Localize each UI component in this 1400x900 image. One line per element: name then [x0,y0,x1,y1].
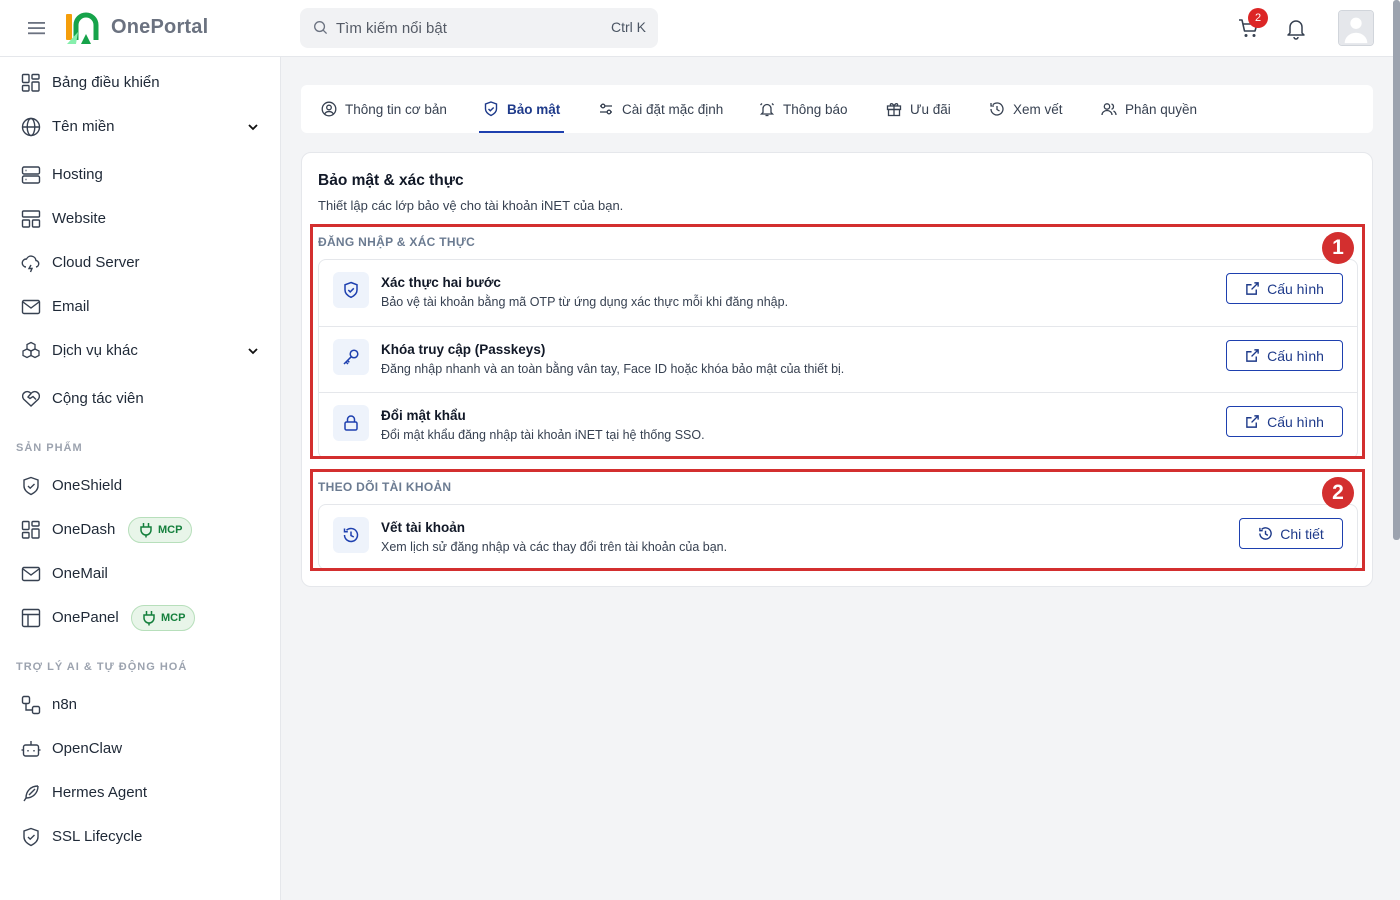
cart-count-badge: 2 [1248,8,1268,28]
search-box[interactable]: Ctrl K [300,8,658,48]
top-header: OnePortal Ctrl K 2 [0,0,1400,57]
dashboard-icon [21,520,40,539]
plug-icon [140,523,152,538]
sidebar-item-website[interactable]: Website [0,199,281,239]
sidebar-item-label: OneShield [52,477,123,494]
user-placeholder-icon [1339,11,1373,45]
sidebar-item-label: Cộng tác viên [52,390,144,407]
search-shortcut: Ctrl K [611,19,646,35]
annotation-marker-1: 1 [1322,232,1354,264]
cloud-icon [21,255,40,273]
annotation-box-1 [310,224,1365,459]
workflow-icon [21,695,41,715]
sliders-icon [600,103,612,115]
mcp-badge: MCP [131,605,196,631]
feather-icon [23,785,39,802]
dashboard-icon [21,73,40,92]
boxes-icon [22,341,40,359]
sidebar-item-dashboard[interactable]: Bảng điều khiển [0,63,281,103]
sidebar-item-onepanel[interactable]: OnePanel MCP [0,598,281,638]
sidebar-item-label: Email [52,298,90,315]
sidebar-item-affiliates[interactable]: Cộng tác viên [0,379,281,419]
avatar[interactable] [1338,10,1374,46]
history-icon [990,102,1004,116]
users-icon [1101,103,1117,116]
sidebar-item-onedash[interactable]: OneDash MCP [0,510,281,550]
sidebar-item-label: Hermes Agent [52,784,148,801]
sidebar-item-ssl-lifecycle[interactable]: SSL Lifecycle [0,817,281,857]
section-label-products: SẢN PHẨM [16,442,83,454]
tab-security[interactable]: Bảo mật [479,85,565,133]
brand-logo[interactable] [64,10,104,46]
search-input[interactable] [336,8,596,48]
sidebar-item-label: Cloud Server [52,254,140,271]
sidebar-item-label: OneDash [52,521,116,538]
card-subtitle: Thiết lập các lớp bảo vệ cho tài khoản i… [318,198,624,213]
plug-icon [143,611,155,626]
sidebar-item-label: OneMail [52,565,108,582]
sidebar-item-onemail[interactable]: OneMail [0,554,281,594]
sidebar-item-domains[interactable]: Tên miền [0,107,281,147]
chevron-down-icon[interactable] [247,121,259,133]
gift-icon [886,103,902,117]
mail-icon [21,566,41,582]
bot-icon [21,741,41,757]
menu-icon[interactable] [27,19,47,37]
panel-icon [21,608,41,628]
sidebar-item-hosting[interactable]: Hosting [0,155,281,195]
server-icon [21,166,41,184]
sidebar: Bảng điều khiển Tên miền Hosting Website… [0,57,281,900]
shield-check-icon [23,827,39,847]
sidebar-item-n8n[interactable]: n8n [0,685,281,725]
sidebar-item-label: Tên miền [52,118,115,135]
sidebar-item-label: Bảng điều khiển [52,74,160,91]
layout-icon [21,210,41,228]
shield-icon [484,101,498,117]
sidebar-item-label: Website [52,210,106,227]
bell-ring-icon [759,103,775,117]
globe-icon [21,117,41,137]
sidebar-item-label: Hosting [52,166,103,183]
tab-activity-log[interactable]: Xem vết [989,85,1063,133]
tab-default-settings[interactable]: Cài đặt mặc định [598,85,723,133]
sidebar-item-label: OnePanel [52,609,119,626]
chevron-down-icon[interactable] [247,345,259,357]
shield-icon [23,476,39,496]
tab-offers[interactable]: Ưu đãi [886,85,951,133]
sidebar-item-label: Dịch vụ khác [52,342,138,359]
tab-notifications[interactable]: Thông báo [759,85,848,133]
user-circle-icon [321,101,337,117]
sidebar-item-label: n8n [52,696,78,713]
bell-icon[interactable] [1285,16,1307,40]
sidebar-item-cloud-server[interactable]: Cloud Server [0,243,281,283]
sidebar-item-other-services[interactable]: Dịch vụ khác [0,331,281,371]
sidebar-item-label: SSL Lifecycle [52,828,143,845]
annotation-marker-2: 2 [1322,477,1354,509]
sidebar-item-hermes-agent[interactable]: Hermes Agent [0,773,281,813]
mcp-badge: MCP [128,517,193,543]
handshake-icon [21,390,41,407]
annotation-box-2 [310,469,1365,571]
sidebar-item-oneshield[interactable]: OneShield [0,466,281,506]
settings-tabs: Thông tin cơ bản Bảo mật Cài đặt mặc địn… [301,85,1373,133]
tab-basic-info[interactable]: Thông tin cơ bản [321,85,447,133]
section-label-ai: TRỢ LÝ AI & TỰ ĐỘNG HOÁ [16,661,188,673]
sidebar-item-email[interactable]: Email [0,287,281,327]
page-scrollbar[interactable] [1393,0,1400,540]
card-title: Bảo mật & xác thực [318,172,464,189]
tab-permissions[interactable]: Phân quyền [1101,85,1197,133]
sidebar-item-label: OpenClaw [52,740,123,757]
mail-icon [21,299,41,315]
search-icon [314,21,328,35]
sidebar-item-openclaw[interactable]: OpenClaw [0,729,281,769]
brand-name[interactable]: OnePortal [111,16,208,39]
